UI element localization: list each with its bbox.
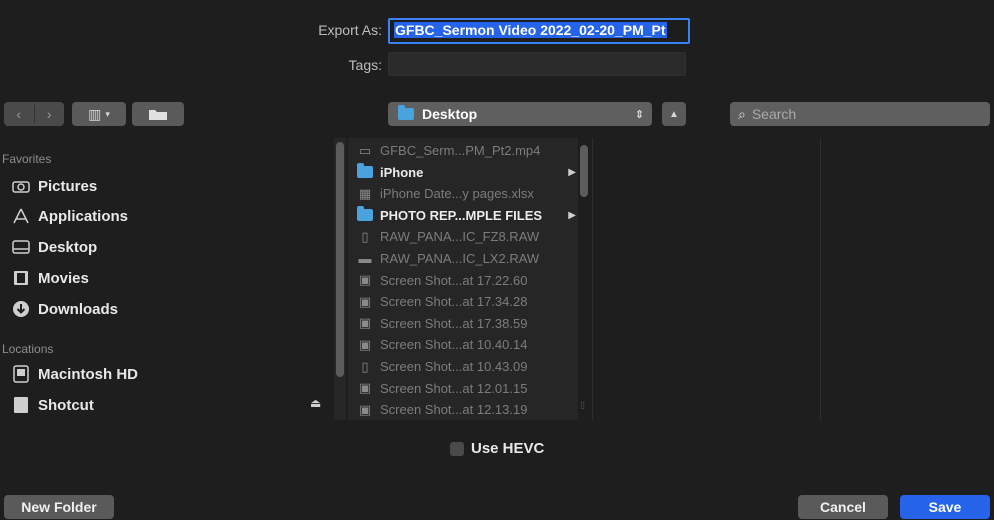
file-row[interactable]: ▣ Screen Shot...at 10.40.14 [356,334,576,355]
file-name: Screen Shot...at 12.01.15 [380,380,528,396]
chevron-left-icon: ‹ [16,106,22,122]
file-name: RAW_PANA...IC_LX2.RAW [380,251,540,266]
screenshot-icon: ▣ [358,293,372,309]
favorites-header: Favorites [2,152,52,166]
preview-column [594,138,818,420]
columns-view-icon: ▥ [88,105,102,122]
applications-icon [10,207,32,225]
save-button[interactable]: Save [900,495,990,519]
screenshot-icon: ▣ [358,272,372,288]
screenshot-icon: ▣ [358,315,372,331]
sidebar-item-applications[interactable]: Applications [10,204,128,228]
file-row[interactable]: ▣ Screen Shot...at 17.34.28 [356,291,576,312]
file-name: Screen Shot...at 17.34.28 [380,294,528,310]
disk-icon [10,396,32,414]
video-file-icon: ▭ [358,142,372,158]
file-row[interactable]: ▣ Screen Shot...at 12.01.15 [356,378,576,399]
tags-field[interactable] [388,52,686,76]
empty-column [838,138,994,420]
sidebar: Favorites Pictures Applications Desktop … [0,138,330,420]
sidebar-item-pictures[interactable]: Pictures [10,174,97,198]
screenshot-icon: ▣ [358,380,372,396]
nav-back-forward-group: ‹ › [4,102,64,126]
forward-button[interactable]: › [35,102,65,126]
file-scrollbar-end: ▯ [580,400,585,410]
use-hevc-checkbox[interactable] [450,442,464,456]
sidebar-item-shotcut[interactable]: Shotcut [10,393,94,417]
locations-header: Locations [2,342,54,356]
search-field[interactable]: ⌕ Search [730,102,990,126]
camera-icon [10,177,32,195]
group-button[interactable] [132,102,184,126]
file-name: Screen Shot...at 17.22.60 [380,272,528,288]
export-as-label: Export As: [318,22,382,38]
file-row[interactable]: ▭ GFBC_Serm...PM_Pt2.mp4 [356,140,576,161]
new-folder-button[interactable]: New Folder [4,495,114,519]
screenshot-icon: ▣ [358,401,372,417]
film-icon [10,269,32,287]
tags-label: Tags: [348,57,382,73]
cancel-button[interactable]: Cancel [798,495,888,519]
folder-tray-icon [149,110,167,120]
back-button[interactable]: ‹ [4,102,34,126]
file-name: Screen Shot...at 17.38.59 [380,315,528,331]
document-icon: ▯ [361,228,369,244]
search-placeholder: Search [751,106,797,122]
screenshot-icon: ▣ [358,336,372,352]
folder-row[interactable]: PHOTO REP...MPLE FILES ▶ [356,205,576,226]
export-as-field[interactable]: GFBC_Sermon Video 2022_02-20_PM_Pt [388,18,690,44]
sidebar-item-downloads[interactable]: Downloads [10,297,118,321]
file-row[interactable]: ▬ RAW_PANA...IC_LX2.RAW [356,248,576,269]
file-name: GFBC_Serm...PM_Pt2.mp4 [380,143,541,158]
up-down-chevron-icon: ⇕ [634,108,644,121]
chevron-down-icon: ▾ [105,108,110,119]
sidebar-scrollbar-thumb[interactable] [336,142,344,377]
view-mode-button[interactable]: ▥ ▾ [72,102,126,126]
sidebar-item-movies[interactable]: Movies [10,266,89,290]
folder-icon [356,206,374,222]
folder-icon [356,163,374,179]
download-icon [10,300,32,318]
file-row[interactable]: ▣ Screen Shot...at 12.13.19 [356,399,576,420]
file-row[interactable]: ▣ Screen Shot...at 17.22.60 [356,270,576,291]
disclosure-arrow-icon: ▶ [568,166,576,178]
location-value: Desktop [422,106,478,122]
file-name: Screen Shot...at 10.43.09 [380,359,528,374]
use-hevc-label: Use HEVC [471,440,545,457]
search-icon: ⌕ [738,105,746,122]
expand-collapse-button[interactable]: ▲ [662,102,686,126]
file-name: Screen Shot...at 12.13.19 [380,402,528,418]
file-name: RAW_PANA...IC_FZ8.RAW [380,229,540,245]
export-as-value: GFBC_Sermon Video 2022_02-20_PM_Pt [394,22,667,38]
folder-icon [398,105,414,120]
file-name: Screen Shot...at 10.40.14 [380,337,528,353]
phone-screenshot-icon: ▯ [361,358,369,374]
sidebar-item-desktop[interactable]: Desktop [10,235,97,259]
spreadsheet-icon: ▦ [358,185,372,201]
hard-drive-icon [10,365,32,383]
file-row[interactable]: ▯ RAW_PANA...IC_FZ8.RAW [356,226,576,247]
location-dropdown[interactable]: Desktop ⇕ [388,102,652,126]
file-name: PHOTO REP...MPLE FILES [380,207,543,223]
disclosure-arrow-icon: ▶ [568,209,576,221]
chevron-up-icon: ▲ [669,108,679,120]
sidebar-item-macintosh-hd[interactable]: Macintosh HD [10,362,138,386]
file-scrollbar-thumb[interactable] [580,145,588,197]
file-row[interactable]: ▣ Screen Shot...at 17.38.59 [356,313,576,334]
chevron-right-icon: › [46,106,52,122]
desktop-icon [10,238,32,256]
eject-icon[interactable]: ⏏ [310,396,321,410]
file-name: iPhone [380,164,424,180]
file-row[interactable]: ▦ iPhone Date...y pages.xlsx [356,183,576,204]
file-name: iPhone Date...y pages.xlsx [380,186,534,202]
folder-row[interactable]: iPhone ▶ [356,162,576,183]
file-row[interactable]: ▯ Screen Shot...at 10.43.09 [356,356,576,377]
image-file-icon: ▬ [358,251,372,266]
